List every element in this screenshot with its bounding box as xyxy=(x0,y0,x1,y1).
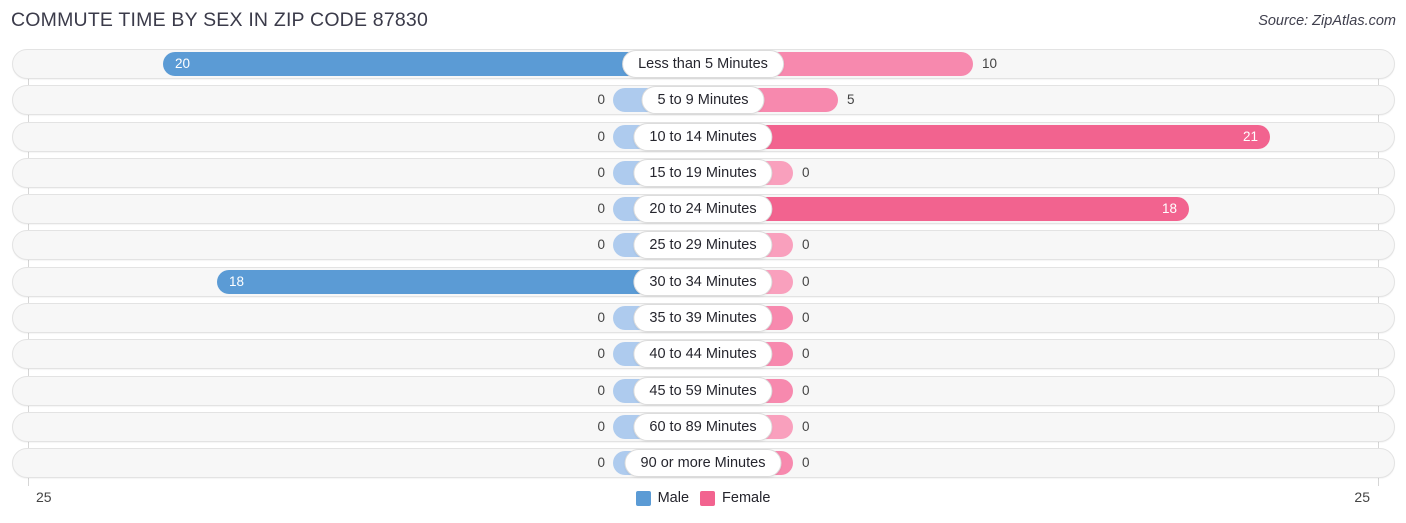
female-value-label: 0 xyxy=(802,382,810,398)
chart-footer: 25 25 Male Female xyxy=(0,486,1406,523)
male-value-label: 0 xyxy=(597,237,605,253)
bar-row: 0 0 40 to 44 Minutes xyxy=(0,339,1406,370)
female-value-label: 18 xyxy=(1161,201,1177,217)
legend-label: Male xyxy=(657,490,690,506)
category-label: 40 to 44 Minutes xyxy=(633,340,773,369)
female-value-label: 0 xyxy=(802,455,810,471)
bar-row: 0 21 10 to 14 Minutes xyxy=(0,121,1406,152)
female-value-label: 0 xyxy=(802,346,810,362)
category-label: 25 to 29 Minutes xyxy=(633,231,773,260)
bar-row: 0 0 45 to 59 Minutes xyxy=(0,375,1406,406)
bar-row: 0 0 35 to 39 Minutes xyxy=(0,303,1406,334)
male-value-label: 0 xyxy=(597,201,605,217)
category-label: 15 to 19 Minutes xyxy=(633,158,773,187)
legend: Male Female xyxy=(0,490,1406,506)
category-label: 35 to 39 Minutes xyxy=(633,304,773,333)
male-bar[interactable] xyxy=(217,269,703,294)
female-value-label: 10 xyxy=(982,56,998,71)
category-label: 45 to 59 Minutes xyxy=(633,376,773,405)
plot-area: 20 10 Less than 5 Minutes 0 5 5 to 9 Minutes 0… xyxy=(0,49,1406,486)
male-value-label: 0 xyxy=(597,310,605,326)
category-label: 60 to 89 Minutes xyxy=(633,412,773,441)
male-value-label: 20 xyxy=(175,56,191,71)
bar-row: 20 10 Less than 5 Minutes xyxy=(0,49,1406,79)
category-label: 5 to 9 Minutes xyxy=(641,86,765,115)
category-label: Less than 5 Minutes xyxy=(622,50,784,78)
bar-row: 0 0 15 to 19 Minutes xyxy=(0,157,1406,188)
bar-rows: 20 10 Less than 5 Minutes 0 5 5 to 9 Minutes 0… xyxy=(0,49,1406,485)
female-value-label: 0 xyxy=(802,273,810,289)
male-value-label: 0 xyxy=(597,346,605,362)
category-label: 20 to 24 Minutes xyxy=(633,195,773,224)
female-value-label: 5 xyxy=(847,92,855,108)
bar-row: 0 0 90 or more Minutes xyxy=(0,448,1406,479)
chart-page: COMMUTE TIME BY SEX IN ZIP CODE 87830 So… xyxy=(0,0,1406,523)
legend-swatch-icon xyxy=(635,490,651,506)
female-value-label: 0 xyxy=(802,310,810,326)
bar-row: 0 5 5 to 9 Minutes xyxy=(0,85,1406,116)
bar-row: 18 0 30 to 34 Minutes xyxy=(0,266,1406,297)
category-label: 10 to 14 Minutes xyxy=(633,122,773,151)
female-value-label: 0 xyxy=(802,164,810,180)
female-value-label: 0 xyxy=(802,418,810,434)
legend-label: Female xyxy=(722,490,771,506)
legend-swatch-icon xyxy=(700,490,716,506)
category-label: 30 to 34 Minutes xyxy=(633,267,773,296)
page-title: COMMUTE TIME BY SEX IN ZIP CODE 87830 xyxy=(11,9,429,31)
bar-row: 0 0 25 to 29 Minutes xyxy=(0,230,1406,261)
male-value-label: 0 xyxy=(597,128,605,144)
male-value-label: 0 xyxy=(597,418,605,434)
female-value-label: 21 xyxy=(1242,128,1258,144)
male-value-label: 18 xyxy=(229,273,245,289)
male-value-label: 0 xyxy=(597,382,605,398)
legend-item[interactable]: Male xyxy=(635,490,690,506)
male-value-label: 0 xyxy=(597,164,605,180)
bar-row: 0 0 60 to 89 Minutes xyxy=(0,411,1406,442)
female-value-label: 0 xyxy=(802,237,810,253)
male-value-label: 0 xyxy=(597,92,605,108)
bar-row: 0 18 20 to 24 Minutes xyxy=(0,194,1406,225)
source-attribution: Source: ZipAtlas.com xyxy=(1258,13,1396,29)
legend-item[interactable]: Female xyxy=(700,490,770,506)
category-label: 90 or more Minutes xyxy=(624,449,782,478)
male-value-label: 0 xyxy=(597,455,605,471)
